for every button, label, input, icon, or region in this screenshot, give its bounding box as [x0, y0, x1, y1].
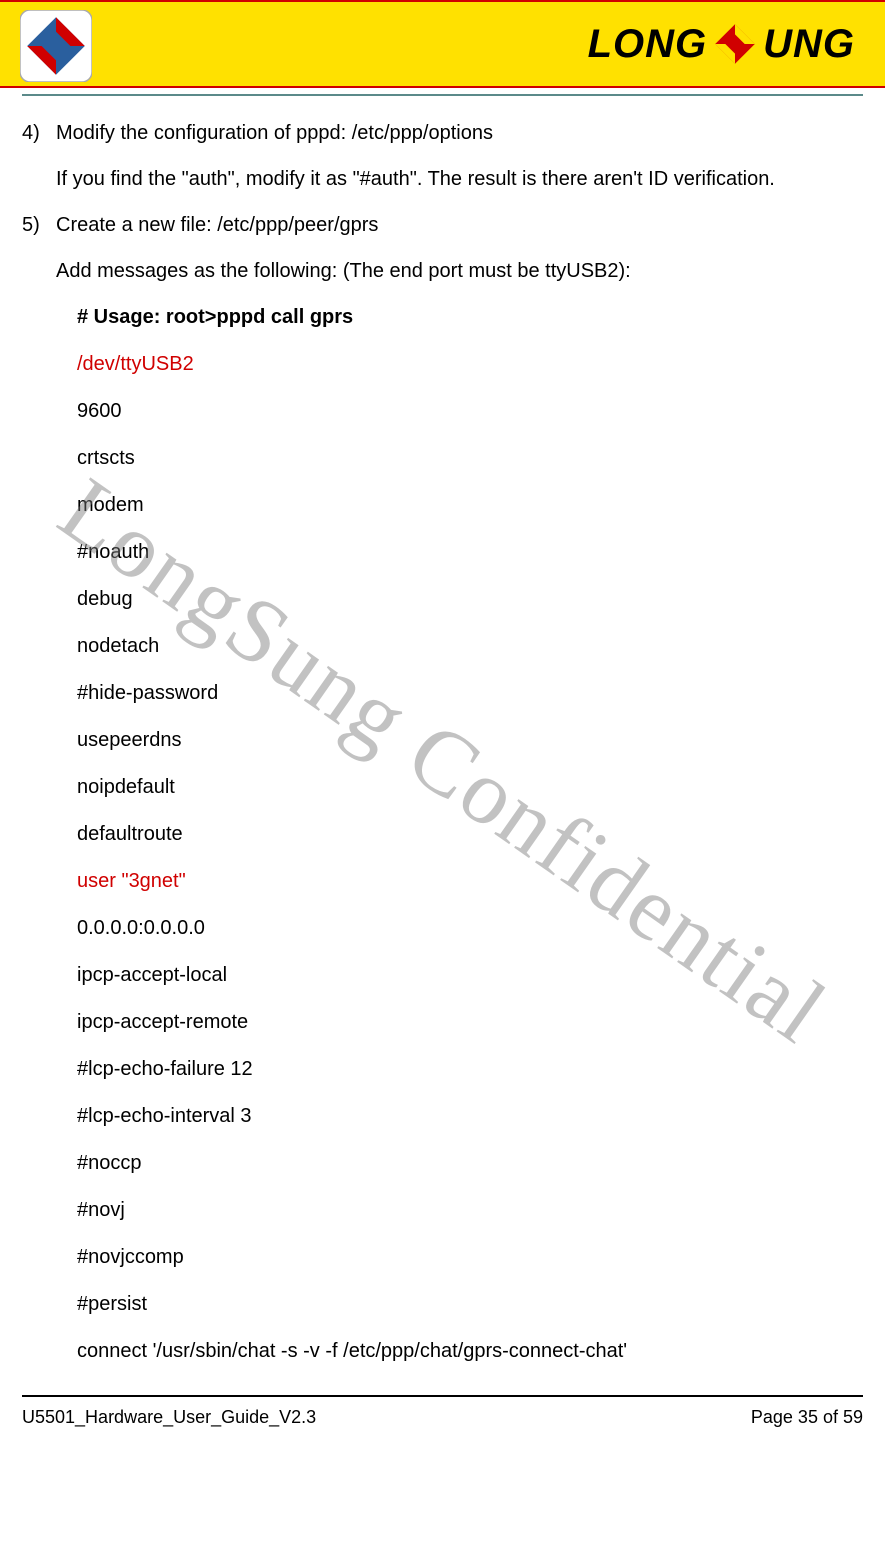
config-line: connect '/usr/sbin/chat -s -v -f /etc/pp… [22, 1328, 863, 1375]
brand-text: LONG UNG [588, 22, 855, 67]
step-4: 4) Modify the configuration of pppd: /et… [22, 110, 863, 156]
config-line: 0.0.0.0:0.0.0.0 [22, 905, 863, 952]
config-line: #persist [22, 1281, 863, 1328]
config-line: noipdefault [22, 764, 863, 811]
brand-long: LONG [588, 22, 708, 67]
config-line: 9600 [22, 388, 863, 435]
config-block: /dev/ttyUSB29600crtsctsmodem#noauthdebug… [22, 341, 863, 1375]
config-line: #novjccomp [22, 1234, 863, 1281]
config-line: /dev/ttyUSB2 [22, 341, 863, 388]
config-line: user "3gnet" [22, 858, 863, 905]
step-5-title: Create a new file: /etc/ppp/peer/gprs [56, 202, 863, 248]
config-line: #noauth [22, 529, 863, 576]
brand-ung: UNG [763, 22, 855, 67]
config-line: #novj [22, 1187, 863, 1234]
step-5: 5) Create a new file: /etc/ppp/peer/gprs [22, 202, 863, 248]
config-line: debug [22, 576, 863, 623]
config-line: modem [22, 482, 863, 529]
footer: U5501_Hardware_User_Guide_V2.3 Page 35 o… [0, 1397, 885, 1446]
longsung-brand-icon [713, 22, 757, 66]
header-bar: LONG UNG [0, 0, 885, 88]
config-line: #lcp-echo-interval 3 [22, 1093, 863, 1140]
step-5-intro: Add messages as the following: (The end … [22, 248, 863, 294]
config-line: #noccp [22, 1140, 863, 1187]
config-line: ipcp-accept-local [22, 952, 863, 999]
footer-page-number: Page 35 of 59 [751, 1407, 863, 1428]
config-line: nodetach [22, 623, 863, 670]
longsung-corner-logo-icon [20, 10, 92, 82]
usage-line: # Usage: root>pppd call gprs [22, 294, 863, 341]
config-line: defaultroute [22, 811, 863, 858]
config-line: crtscts [22, 435, 863, 482]
footer-doc-name: U5501_Hardware_User_Guide_V2.3 [22, 1407, 316, 1428]
config-line: #lcp-echo-failure 12 [22, 1046, 863, 1093]
config-line: #hide-password [22, 670, 863, 717]
step-4-desc: If you find the "auth", modify it as "#a… [22, 156, 863, 202]
step-4-title: Modify the configuration of pppd: /etc/p… [56, 110, 863, 156]
config-line: ipcp-accept-remote [22, 999, 863, 1046]
page-content: LongSung Confidential 4) Modify the conf… [0, 96, 885, 1375]
step-4-number: 4) [22, 110, 56, 156]
config-line: usepeerdns [22, 717, 863, 764]
step-5-number: 5) [22, 202, 56, 248]
